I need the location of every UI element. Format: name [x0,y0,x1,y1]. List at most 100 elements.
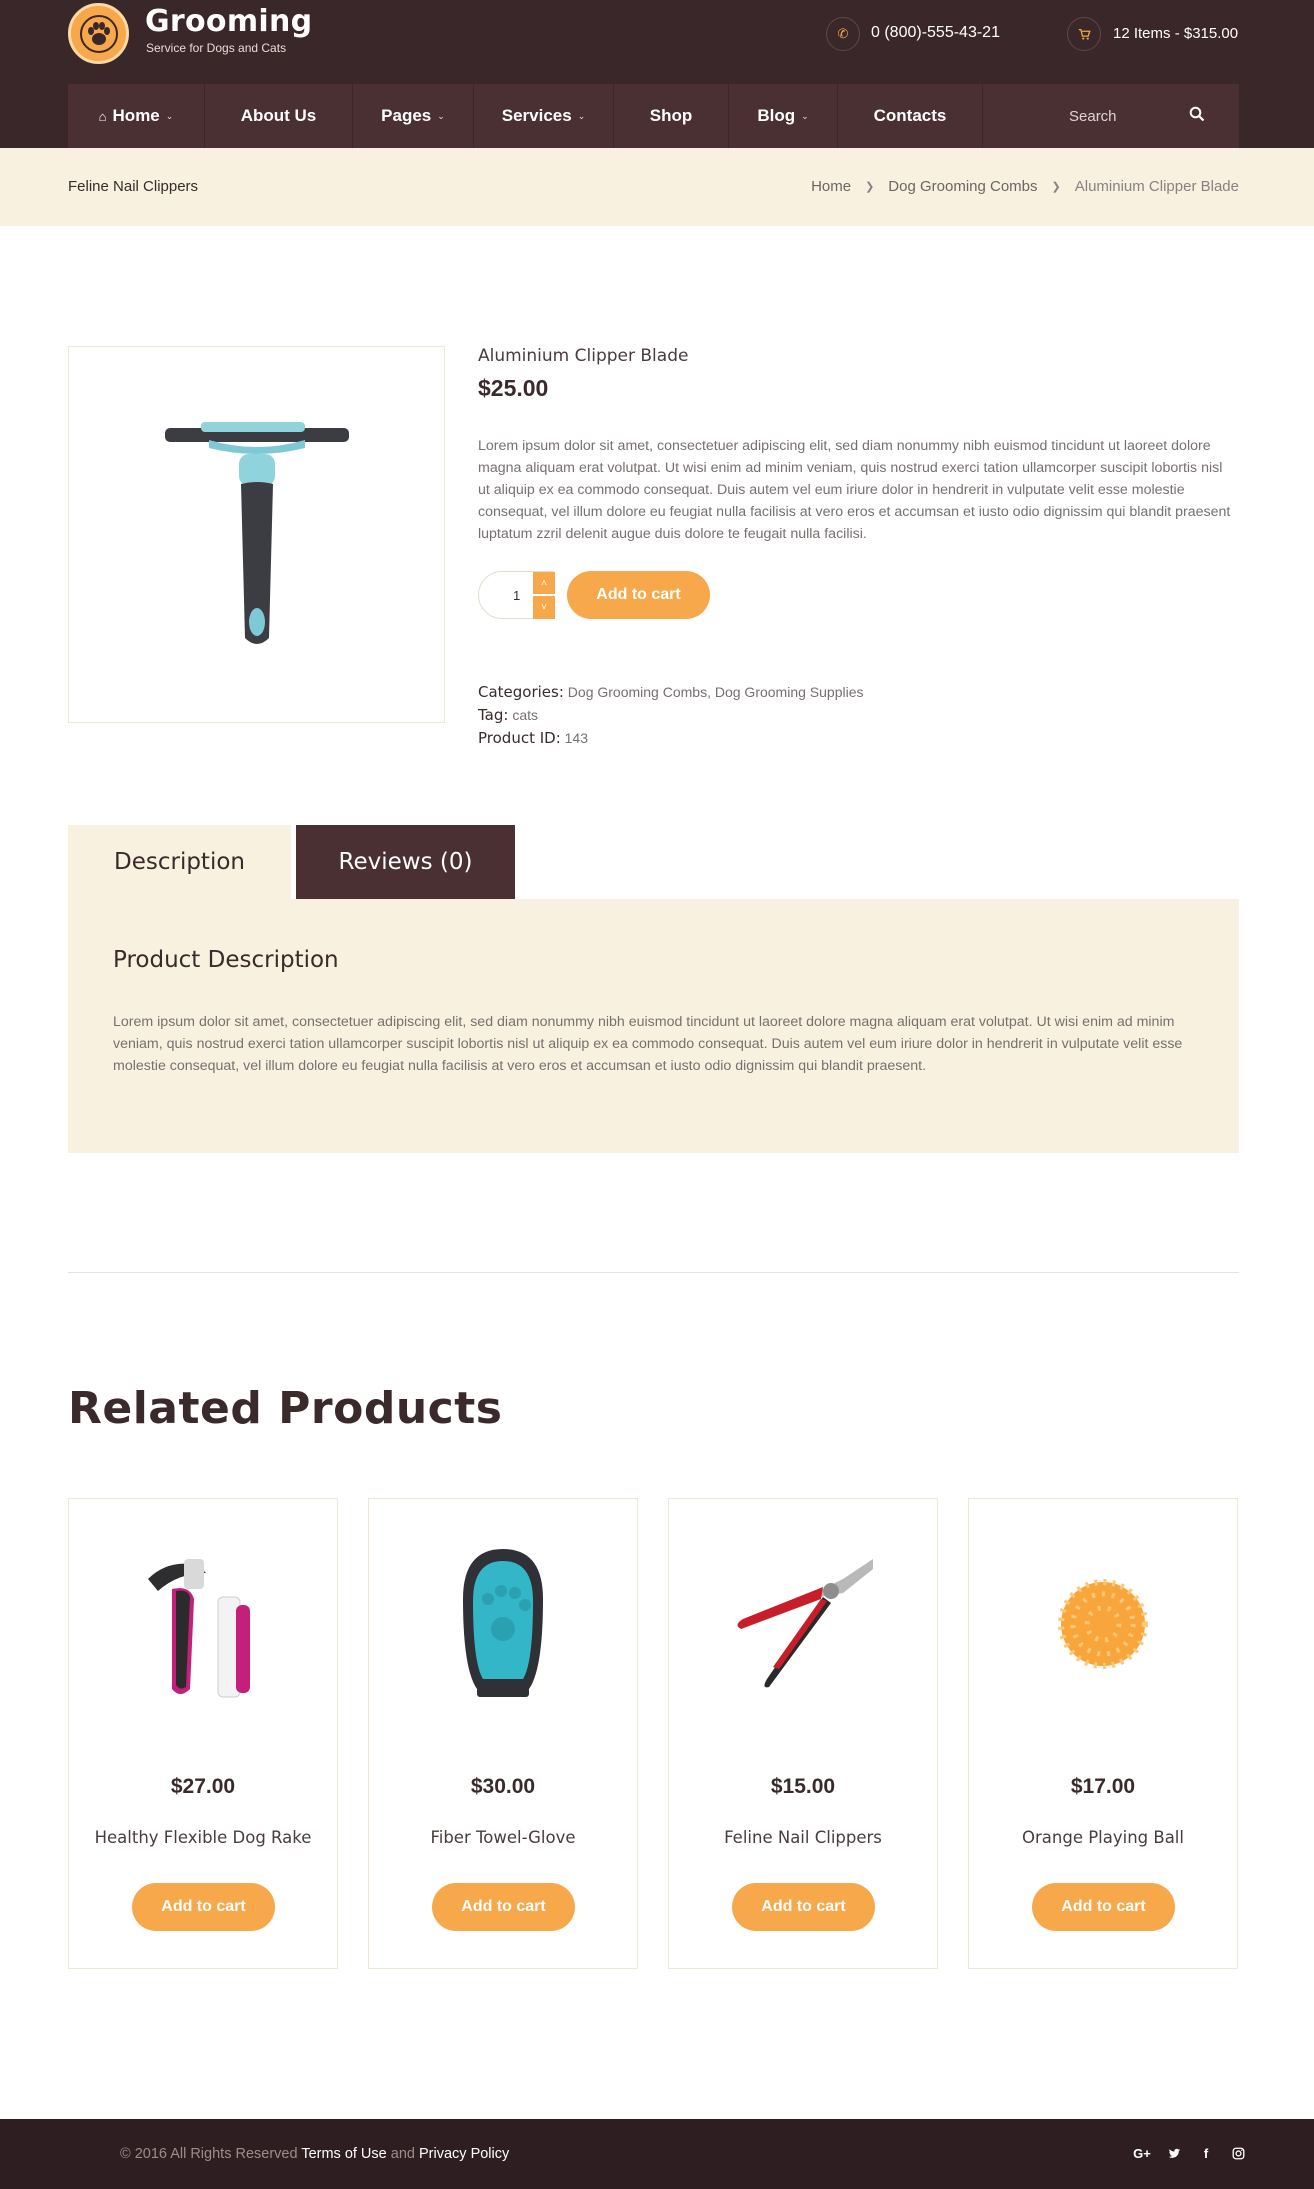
tab-panel-description: Product Description Lorem ipsum dolor si… [68,899,1239,1153]
category-link[interactable]: Dog Grooming Combs [568,684,707,700]
nav-item-blog[interactable]: Blog ⌄ [729,84,838,148]
product-card[interactable]: $27.00 Healthy Flexible Dog Rake Add to … [68,1498,338,1969]
product-card-name[interactable]: Feline Nail Clippers [669,1828,937,1847]
add-to-cart-button[interactable]: Add to cart [732,1883,875,1931]
copyright-text: © 2016 All Rights Reserved [120,2146,298,2162]
logo-title[interactable]: Grooming [145,4,312,39]
product-card-name[interactable]: Orange Playing Ball [969,1828,1237,1847]
chevron-down-icon[interactable]: ˅ [533,596,555,619]
nav-item-contacts[interactable]: Contacts [838,84,983,148]
copyright: © 2016 All Rights Reserved Terms of Use … [120,2146,509,2162]
google-plus-icon[interactable]: G+ [1133,2145,1151,2161]
product-price: $25.00 [478,375,549,401]
facebook-icon[interactable]: f [1198,2145,1214,2161]
breadcrumb-home[interactable]: Home [811,178,851,195]
nav-item-label: Blog [757,106,796,125]
nav-item-services[interactable]: Services ⌄ [474,84,614,148]
breadcrumb-current: Aluminium Clipper Blade [1074,178,1239,195]
search-icon[interactable] [1189,106,1205,122]
logo-subtitle: Service for Dogs and Cats [146,41,287,55]
add-to-cart-button[interactable]: Add to cart [567,571,710,619]
search-placeholder: Search [1069,107,1117,125]
tab-reviews[interactable]: Reviews (0) [296,825,515,899]
social-links: G+ f [1133,2145,1246,2161]
home-icon: ⌂ [98,108,107,124]
product-card[interactable]: $17.00 Orange Playing Ball Add to cart [968,1498,1238,1969]
breadcrumb-bar: Feline Nail Clippers Home ❯ Dog Grooming… [0,148,1314,226]
twitter-icon[interactable] [1166,2145,1182,2161]
nav-item-pages[interactable]: Pages ⌄ [353,84,474,148]
product-categories: Categories: Dog Grooming Combs, Dog Groo… [478,683,864,701]
product-description: Lorem ipsum dolor sit amet, consectetuer… [478,438,1231,542]
product-card-image[interactable] [669,1539,937,1709]
towel-glove-image [463,1549,543,1697]
site-header: Grooming Service for Dogs and Cats ✆ 0 (… [0,0,1314,148]
breadcrumb-category[interactable]: Dog Grooming Combs [888,178,1037,195]
product-card[interactable]: $15.00 Feline Nail Clippers Add to cart [668,1498,938,1969]
nav-item-label: Contacts [873,106,947,125]
nav-item-label: Pages [381,106,432,125]
cart-icon[interactable] [1067,17,1101,51]
phone-number[interactable]: 0 (800)-555-43-21 [871,24,1000,42]
quantity-stepper[interactable]: 1 ˄ ˅ [478,571,555,619]
copyright-and: and [390,2146,415,2162]
nav-item-about[interactable]: About Us [205,84,353,148]
chevron-down-icon: ⌄ [801,110,809,121]
nav-item-label: Home [112,106,160,125]
cart-summary[interactable]: 12 Items - $315.00 [1113,25,1238,42]
tab-description[interactable]: Description [68,825,291,899]
product-card-name[interactable]: Fiber Towel-Glove [369,1828,637,1847]
clipper-blade-image [164,421,349,644]
product-card-price: $15.00 [770,1775,836,1798]
product-id-label: Product ID: [478,729,561,747]
product-title: Aluminium Clipper Blade [478,346,689,366]
related-products-title: Related Products [68,1383,503,1434]
page-title: Feline Nail Clippers [68,178,199,195]
orange-ball-image [1058,1579,1148,1669]
nav-item-shop[interactable]: Shop [614,84,729,148]
product-image[interactable] [68,346,445,723]
dog-rake-image [148,1559,250,1698]
privacy-link[interactable]: Privacy Policy [419,2146,509,2162]
paw-logo-icon[interactable] [68,3,129,64]
chevron-right-icon: ❯ [865,181,875,193]
panel-text: Lorem ipsum dolor sit amet, consectetuer… [113,1014,1183,1074]
product-card-image[interactable] [69,1539,337,1709]
terms-link[interactable]: Terms of Use [301,2146,386,2162]
chevron-up-icon[interactable]: ˄ [533,572,555,595]
nav-item-home[interactable]: ⌂ Home ⌄ [68,84,205,148]
search-input[interactable]: Search [983,84,1239,148]
panel-title: Product Description [113,947,339,973]
chevron-down-icon: ⌄ [577,110,586,121]
nav-item-label: Shop [649,106,693,125]
categories-label: Categories: [478,683,564,701]
main-nav: ⌂ Home ⌄ About Us Pages ⌄ Services ⌄ Sho… [68,84,1239,148]
chevron-right-icon: ❯ [1051,181,1061,193]
product-card-image[interactable] [369,1539,637,1709]
product-card-price: $27.00 [170,1775,236,1798]
instagram-icon[interactable] [1230,2145,1246,2161]
tag-link[interactable]: cats [512,707,538,723]
chevron-down-icon: ⌄ [437,110,445,121]
breadcrumb: Home ❯ Dog Grooming Combs ❯ Aluminium Cl… [811,178,1239,195]
product-card-image[interactable] [969,1539,1237,1709]
product-card-price: $30.00 [470,1775,536,1798]
quantity-value[interactable]: 1 [513,588,520,603]
product-card-price: $17.00 [1070,1775,1136,1798]
category-separator: , [707,684,711,700]
product-tag: Tag: cats [478,706,538,724]
nav-item-label: Services [501,106,572,125]
category-link[interactable]: Dog Grooming Supplies [715,684,864,700]
product-card[interactable]: $30.00 Fiber Towel-Glove Add to cart [368,1498,638,1969]
product-id-value: 143 [564,730,588,746]
add-to-cart-button[interactable]: Add to cart [432,1883,575,1931]
section-divider [68,1272,1239,1273]
phone-icon: ✆ [826,17,860,51]
site-footer: © 2016 All Rights Reserved Terms of Use … [0,2119,1314,2189]
add-to-cart-button[interactable]: Add to cart [1032,1883,1175,1931]
nav-item-label: About Us [240,106,317,125]
add-to-cart-button[interactable]: Add to cart [132,1883,275,1931]
product-id: Product ID: 143 [478,729,588,747]
nail-clippers-image [737,1559,873,1688]
product-card-name[interactable]: Healthy Flexible Dog Rake [69,1828,337,1847]
